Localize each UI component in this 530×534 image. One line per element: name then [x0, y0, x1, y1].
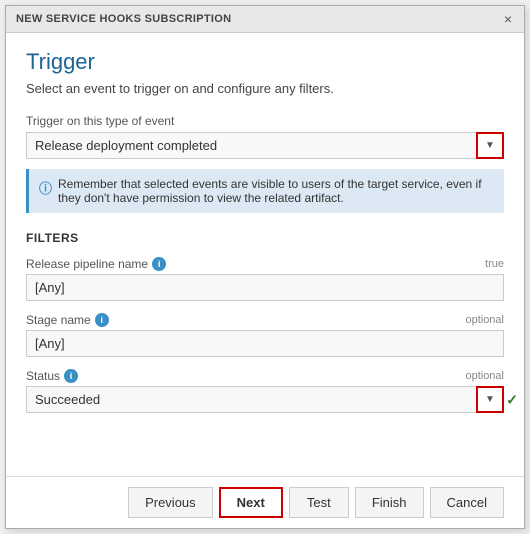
trigger-select-wrapper: Release deployment completed Release cre…	[26, 132, 504, 159]
finish-button[interactable]: Finish	[355, 487, 424, 518]
next-button[interactable]: Next	[219, 487, 283, 518]
info-text: Remember that selected events are visibl…	[58, 177, 494, 205]
trigger-field-label: Trigger on this type of event	[26, 114, 504, 128]
optional-stage: optional	[465, 314, 504, 326]
filters-title: FILTERS	[26, 231, 504, 245]
page-title: Trigger	[26, 49, 504, 75]
stage-name-input[interactable]	[26, 330, 504, 357]
filter-label-row-stage: Stage name i optional	[26, 313, 504, 327]
filter-row-pipeline: Release pipeline name i true	[26, 257, 504, 301]
status-select-wrapper: Succeeded Failed Canceled PartiallySucce…	[26, 386, 504, 413]
filter-label-row-pipeline: Release pipeline name i true	[26, 257, 504, 271]
trigger-select[interactable]: Release deployment completed Release cre…	[26, 132, 504, 159]
info-box: ⓘ Remember that selected events are visi…	[26, 169, 504, 213]
optional-pipeline: true	[485, 258, 504, 270]
filter-label-row-status: Status i optional	[26, 369, 504, 383]
info-icon: ⓘ	[39, 178, 52, 205]
filter-label-stage: Stage name i	[26, 313, 109, 327]
test-button[interactable]: Test	[289, 487, 349, 518]
info-circle-stage[interactable]: i	[95, 313, 109, 327]
filter-label-pipeline: Release pipeline name i	[26, 257, 166, 271]
status-checkmark-icon: ✓	[506, 391, 518, 408]
cancel-button[interactable]: Cancel	[430, 487, 504, 518]
info-circle-pipeline[interactable]: i	[152, 257, 166, 271]
filter-row-stage: Stage name i optional	[26, 313, 504, 357]
close-button[interactable]: ×	[502, 12, 514, 26]
dialog-footer: Previous Next Test Finish Cancel	[6, 476, 524, 528]
dialog: NEW SERVICE HOOKS SUBSCRIPTION × Trigger…	[5, 5, 525, 529]
dialog-content: Trigger Select an event to trigger on an…	[6, 33, 524, 476]
status-select[interactable]: Succeeded Failed Canceled PartiallySucce…	[26, 386, 504, 413]
filter-label-status: Status i	[26, 369, 78, 383]
optional-status: optional	[465, 370, 504, 382]
previous-button[interactable]: Previous	[128, 487, 213, 518]
dialog-title: NEW SERVICE HOOKS SUBSCRIPTION	[16, 13, 231, 25]
pipeline-name-input[interactable]	[26, 274, 504, 301]
info-circle-status[interactable]: i	[64, 369, 78, 383]
page-subtitle: Select an event to trigger on and config…	[26, 81, 504, 96]
filter-row-status: Status i optional Succeeded Failed Cance…	[26, 369, 504, 413]
status-select-row: Succeeded Failed Canceled PartiallySucce…	[26, 386, 504, 413]
titlebar: NEW SERVICE HOOKS SUBSCRIPTION ×	[6, 6, 524, 33]
